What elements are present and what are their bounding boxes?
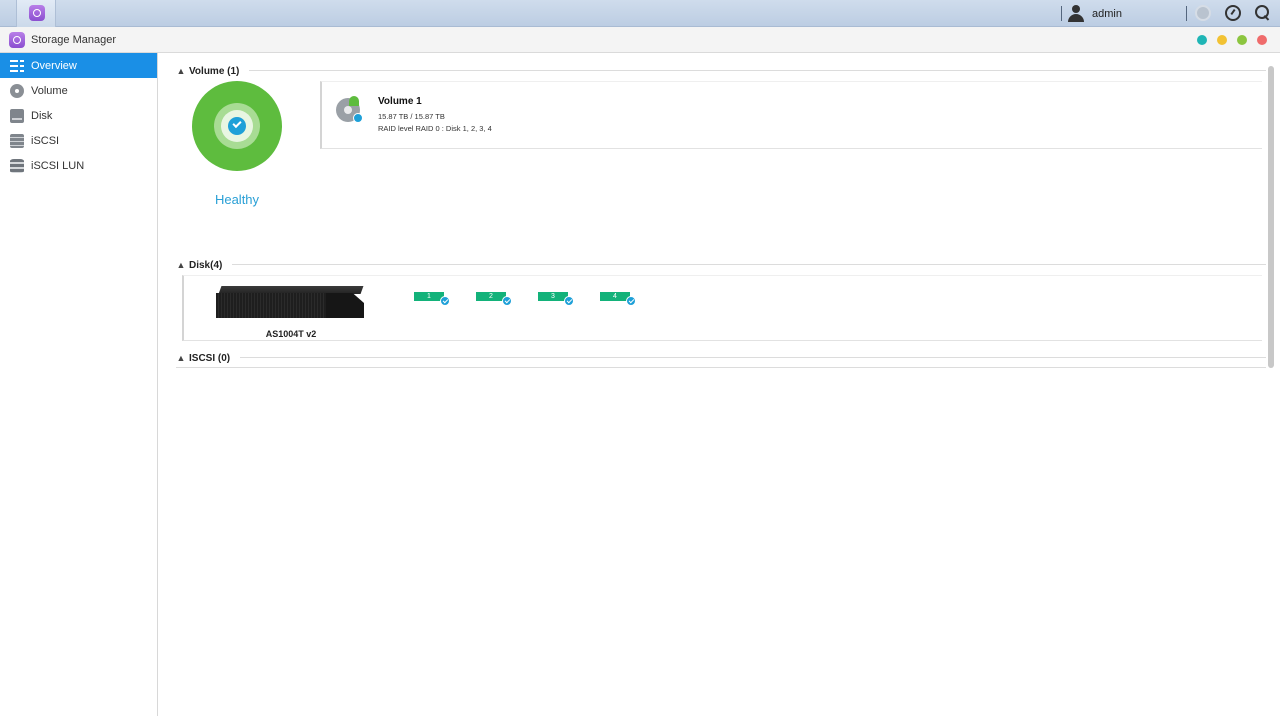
search-icon[interactable] [1255,5,1271,21]
sidebar-item-label: Disk [31,109,53,122]
sidebar-item-iscsi[interactable]: iSCSI [0,128,157,153]
disk-card: AS1004T v2 1 2 3 4 [182,275,1262,341]
storage-manager-icon [29,5,45,21]
disk-bay-2[interactable]: 2 [476,292,512,306]
healthy-check-icon [502,296,512,306]
section-divider [176,264,1266,265]
overview-content: ▲ Volume (1) Healthy Volume 1 15.87 TB /… [158,53,1280,716]
volume-section-title: Volume (1) [189,65,240,77]
sidebar-item-label: iSCSI [31,134,60,147]
health-status-label: Healthy [214,192,260,207]
section-divider [176,357,1266,358]
storage-manager-icon [9,32,25,48]
vertical-scrollbar[interactable] [1268,66,1274,368]
iscsi-section-title: ISCSI (0) [189,352,231,364]
volume-raid-info: RAID level RAID 0 : Disk 1, 2, 3, 4 [378,124,492,133]
taskbar-separator [1061,6,1062,21]
disk-icon [10,108,24,123]
dashboard-icon[interactable] [1225,5,1241,21]
sidebar-item-label: Overview [31,59,77,72]
nas-model-name: AS1004T v2 [265,329,317,339]
volume-capacity: 15.87 TB / 15.87 TB [378,112,445,121]
sidebar: Overview Volume Disk iSCSI iSCSI LUN [0,53,158,716]
disk-section-title: Disk(4) [189,259,223,271]
sidebar-item-overview[interactable]: Overview [0,53,157,78]
disk-bay-3[interactable]: 3 [538,292,574,306]
disk-bay-4[interactable]: 4 [600,292,636,306]
close-button[interactable] [1257,35,1267,45]
healthy-check-icon [564,296,574,306]
sidebar-item-disk[interactable]: Disk [0,103,157,128]
sidebar-item-label: iSCSI LUN [31,159,85,172]
notification-icon[interactable] [1195,5,1211,21]
window-titlebar[interactable]: Storage Manager [0,27,1280,53]
healthy-check-icon [440,296,450,306]
taskbar: admin [0,0,1280,27]
taskbar-separator [1186,6,1187,21]
sidebar-item-iscsi-lun[interactable]: iSCSI LUN [0,153,157,178]
minimize-button[interactable] [1217,35,1227,45]
healthy-check-icon [228,117,246,135]
volume-icon [10,83,24,98]
disk-bay-1[interactable]: 1 [414,292,450,306]
volume-disc-icon [336,96,363,123]
user-icon[interactable] [1068,5,1084,22]
volume-card[interactable]: Volume 1 15.87 TB / 15.87 TB RAID level … [320,81,1262,149]
collapse-caret-icon: ▲ [176,66,186,76]
user-name[interactable]: admin [1092,8,1122,20]
sidebar-item-volume[interactable]: Volume [0,78,157,103]
overview-icon [10,59,24,73]
maximize-button[interactable] [1237,35,1247,45]
iscsi-lun-icon [10,158,24,173]
taskbar-storage-manager[interactable] [16,0,56,27]
health-status-chart [192,81,282,171]
volume-section-header[interactable]: ▲ Volume (1) [176,64,250,78]
collapse-caret-icon: ▲ [176,353,186,363]
window-title: Storage Manager [31,34,116,46]
window-control-teal[interactable] [1197,35,1207,45]
sidebar-item-label: Volume [31,84,68,97]
iscsi-section-header[interactable]: ▲ ISCSI (0) [176,351,241,365]
healthy-check-icon [626,296,636,306]
section-divider [176,70,1266,71]
collapse-caret-icon: ▲ [176,260,186,270]
iscsi-icon [10,133,24,148]
nas-device-image [216,286,366,320]
volume-name: Volume 1 [378,96,422,107]
section-divider [176,367,1266,368]
disk-section-header[interactable]: ▲ Disk(4) [176,258,233,272]
